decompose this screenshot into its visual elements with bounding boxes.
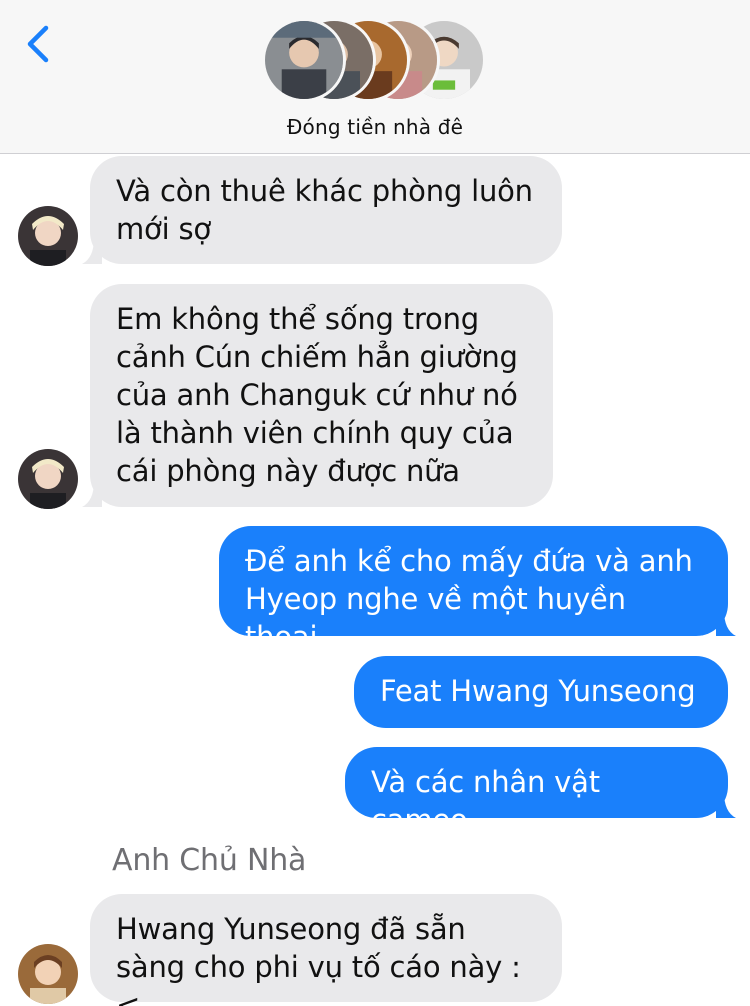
message-bubble-incoming[interactable]: Và còn thuê khác phòng luôn mới sợ — [90, 156, 562, 264]
sender-avatar[interactable] — [18, 944, 78, 1004]
message-bubble-incoming[interactable]: Em không thể sống trong cảnh Cún chiếm h… — [90, 284, 553, 507]
message-bubble-outgoing[interactable]: Để anh kể cho mấy đứa và anh Hyeop nghe … — [219, 526, 728, 654]
message-bubble-incoming[interactable]: Hwang Yunseong đã sẵn sàng cho phi vụ tố… — [90, 894, 562, 1006]
group-member-avatar — [262, 18, 346, 102]
group-avatar-stack[interactable] — [262, 18, 490, 102]
conversation-title: Đóng tiền nhà đê — [286, 115, 464, 139]
sender-avatar[interactable] — [18, 449, 78, 509]
sender-name: Anh Chủ Nhà — [112, 843, 307, 878]
conversation-header: Đóng tiền nhà đê — [0, 0, 750, 154]
bubble-tail — [716, 792, 736, 818]
message-bubble-outgoing[interactable]: Và các nhân vật cameo — [345, 747, 728, 837]
sender-avatar[interactable] — [18, 206, 78, 266]
message-bubble-outgoing[interactable]: Feat Hwang Yunseong — [354, 656, 728, 728]
chevron-left-icon — [27, 25, 49, 63]
back-button[interactable] — [20, 22, 60, 66]
bubble-tail — [716, 610, 736, 636]
